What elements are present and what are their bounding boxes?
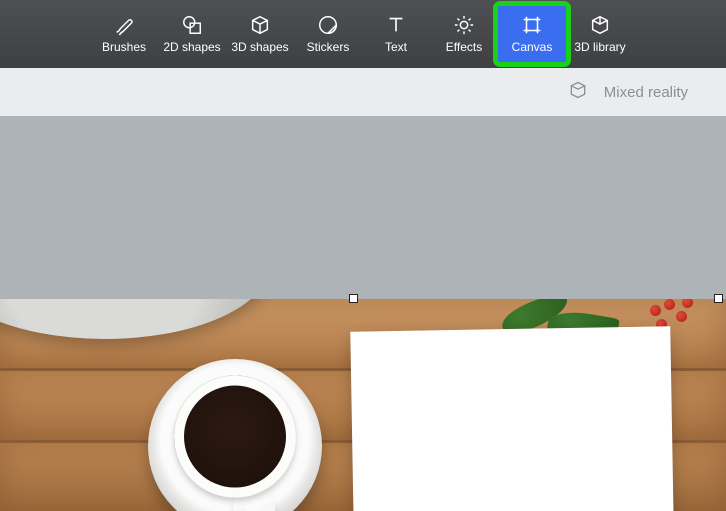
tool-effects[interactable]: Effects <box>430 6 498 62</box>
text-icon <box>385 14 407 36</box>
tool-label: Canvas <box>512 40 553 54</box>
tool-label: Text <box>385 40 407 54</box>
tool-label: 2D shapes <box>163 40 220 54</box>
workspace[interactable] <box>0 116 726 511</box>
effects-icon <box>453 14 475 36</box>
canvas-icon <box>521 14 543 36</box>
tool-label: 3D shapes <box>231 40 288 54</box>
coffee-cup-graphic <box>150 354 320 511</box>
tool-label: Brushes <box>102 40 146 54</box>
tool-3d-shapes[interactable]: 3D shapes <box>226 6 294 62</box>
mixed-reality-icon <box>568 80 588 104</box>
shapes-2d-icon <box>181 14 203 36</box>
tool-label: Stickers <box>307 40 350 54</box>
tool-brushes[interactable]: Brushes <box>90 6 158 62</box>
tool-2d-shapes[interactable]: 2D shapes <box>158 6 226 62</box>
canvas-image[interactable] <box>0 299 726 511</box>
selection-handle-top-right[interactable] <box>714 294 723 303</box>
paper-graphic <box>350 326 673 511</box>
tool-stickers[interactable]: Stickers <box>294 6 362 62</box>
tool-text[interactable]: Text <box>362 6 430 62</box>
main-toolbar: Brushes 2D shapes 3D shapes Stickers <box>0 0 726 68</box>
shapes-3d-icon <box>249 14 271 36</box>
tool-label: Effects <box>446 40 482 54</box>
tool-label: 3D library <box>574 40 625 54</box>
secondary-toolbar: Mixed reality <box>0 68 726 116</box>
selection-handle-top-mid[interactable] <box>349 294 358 303</box>
brush-icon <box>113 14 135 36</box>
mixed-reality-button[interactable]: Mixed reality <box>604 84 688 101</box>
stickers-icon <box>317 14 339 36</box>
tool-3d-library[interactable]: 3D library <box>566 6 634 62</box>
library-3d-icon <box>589 14 611 36</box>
tool-canvas[interactable]: Canvas <box>498 6 566 62</box>
